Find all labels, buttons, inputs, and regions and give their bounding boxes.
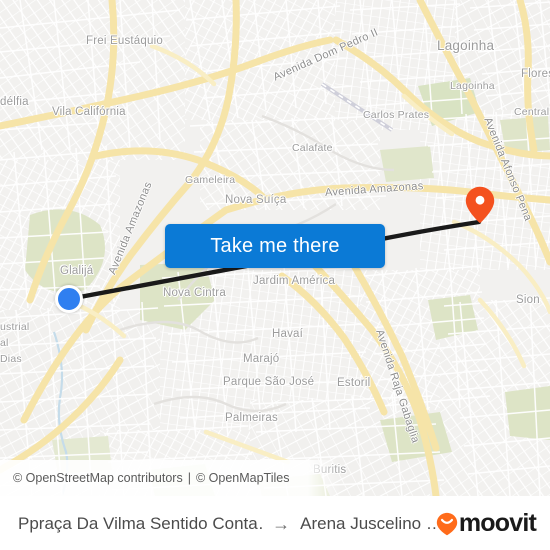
footer-origin-label[interactable]: Ppraça Da Vilma Sentido Conta… (18, 514, 262, 534)
moovit-pin-icon (436, 512, 458, 536)
footer-destination-label[interactable]: Arena Juscelino … (300, 514, 436, 534)
arrow-right-icon: → (272, 513, 291, 534)
moovit-wordmark: moovit (458, 509, 537, 537)
take-me-there-button[interactable]: Take me there (165, 224, 385, 268)
route-footer-bar: Ppraça Da Vilma Sentido Conta… → Arena J… (0, 496, 550, 550)
moovit-logo[interactable]: moovit (436, 509, 537, 538)
map-canvas[interactable]: Frei Eustáquio délfia Vila Califórnia Lagoi… (0, 0, 550, 496)
moovit-route-widget: Frei Eustáquio délfia Vila Califórnia Lagoi… (0, 0, 550, 550)
destination-pin-icon[interactable] (465, 186, 495, 224)
origin-location-dot[interactable] (55, 285, 83, 313)
